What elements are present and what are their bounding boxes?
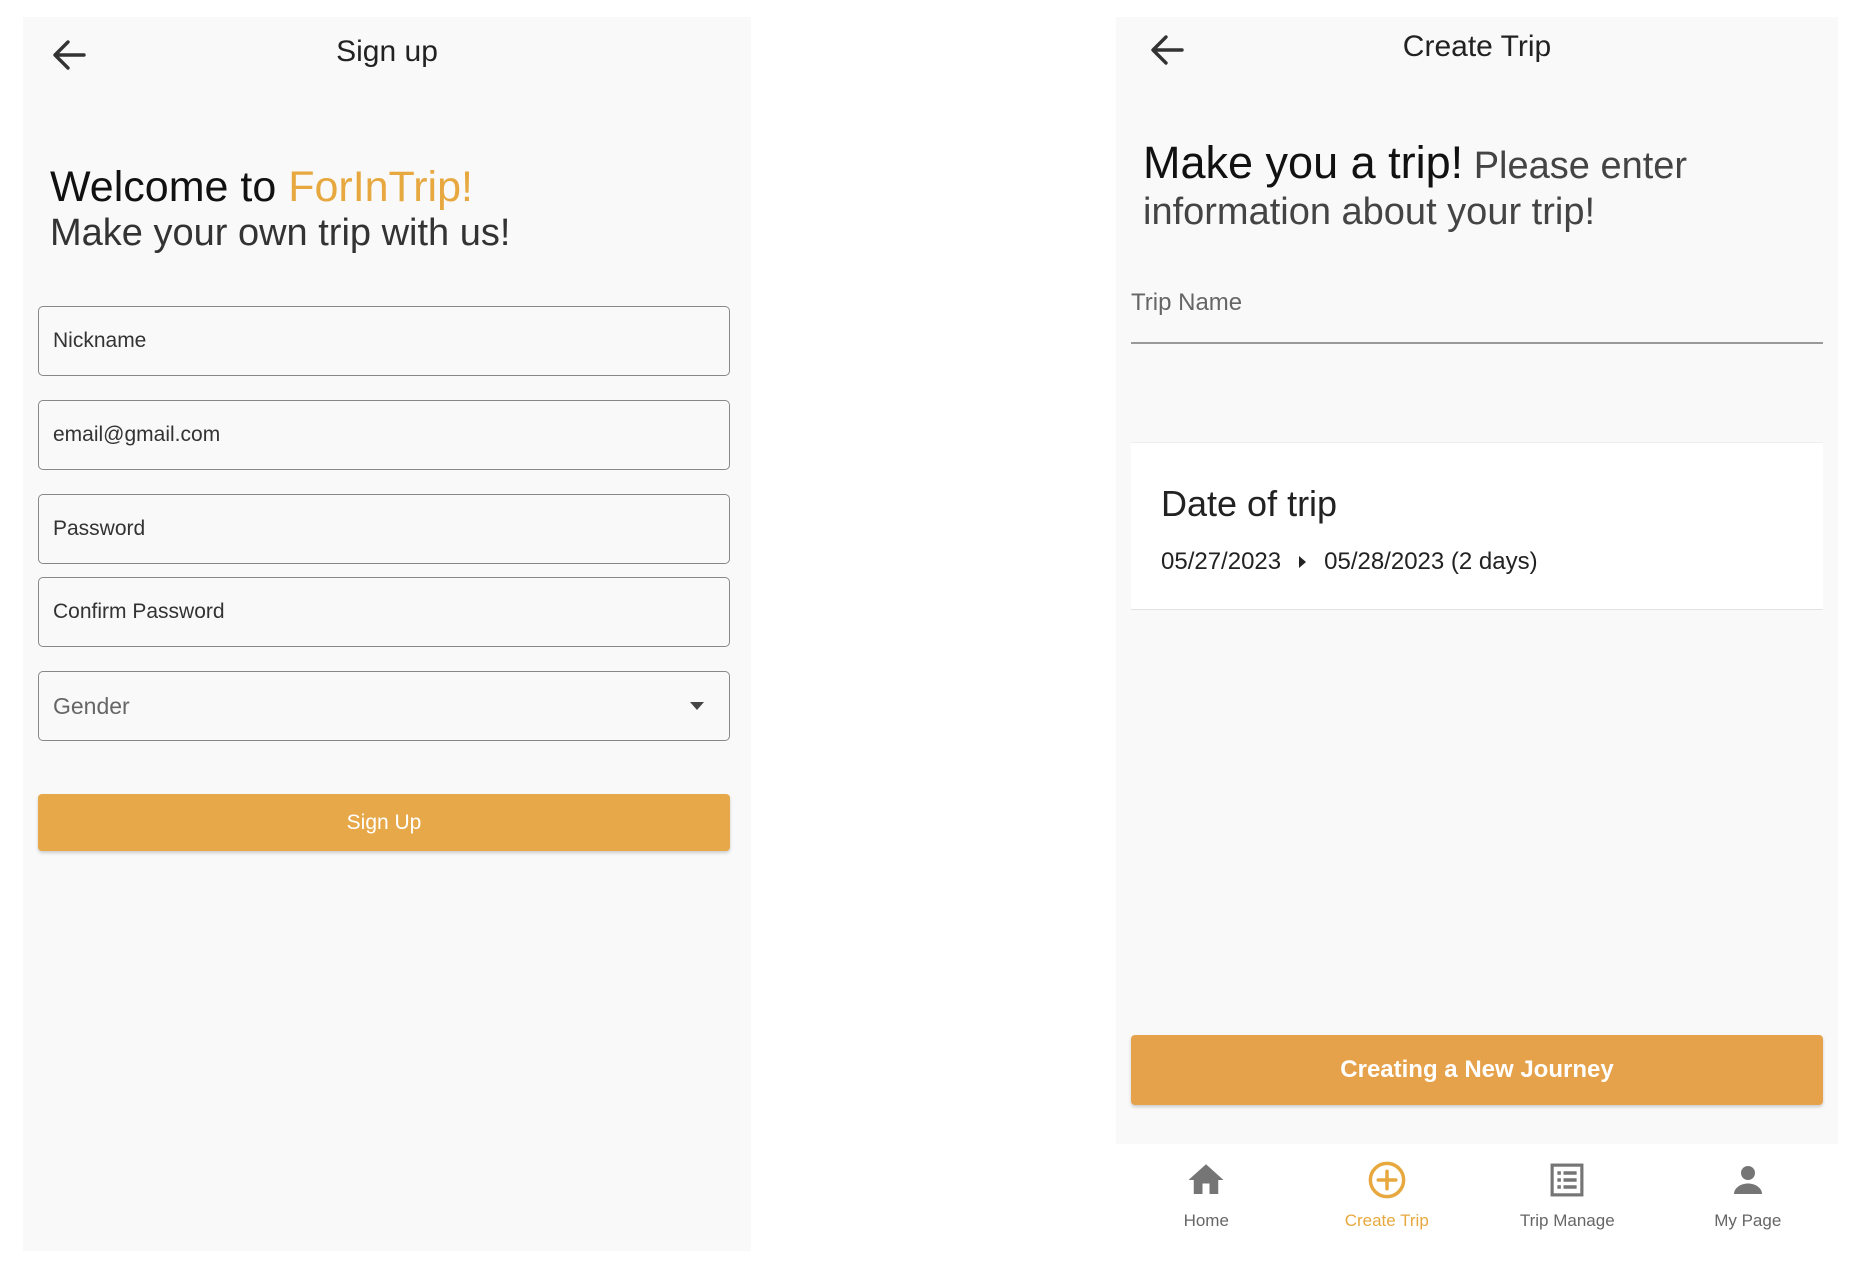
date-of-trip-card[interactable]: Date of trip 05/27/2023 05/28/2023 (2 da… [1131,442,1823,610]
signup-screen: Sign up Welcome to ForInTrip! Make your … [23,17,751,1251]
welcome-subtitle: Make your own trip with us! [50,212,511,254]
nav-item-trip-manage[interactable]: Trip Manage [1477,1144,1658,1251]
nickname-field[interactable] [38,306,730,376]
start-date: 05/27/2023 [1161,548,1282,575]
confirm-password-field[interactable] [38,577,730,647]
home-icon [1188,1164,1224,1194]
gender-placeholder: Gender [53,692,130,719]
add-circle-icon [1368,1161,1406,1199]
nav-label-my-page: My Page [1714,1211,1782,1230]
nav-label-trip-manage: Trip Manage [1519,1211,1615,1230]
signup-app-bar: Sign up [23,17,751,89]
nav-label-create-trip: Create Trip [1344,1211,1429,1230]
page-title: Sign up [336,35,438,68]
end-date: 05/28/2023 (2 days) [1324,548,1538,575]
trip-intro-text: Make you a trip! Please enter informatio… [1143,140,1783,235]
date-range: 05/27/2023 05/28/2023 (2 days) [1161,548,1538,576]
email-field[interactable] [38,400,730,470]
brand-name: ForInTrip! [288,163,473,211]
person-icon [1733,1166,1762,1194]
nav-item-create-trip[interactable]: Create Trip [1297,1144,1478,1251]
welcome-heading: Welcome to ForInTrip! [50,162,473,212]
bottom-navigation: Home Create Trip Trip Manage My Page [1116,1144,1838,1251]
trip-name-input[interactable] [1131,279,1827,345]
create-trip-screen: Create Trip Make you a trip! Please ente… [1116,17,1838,1251]
date-card-title: Date of trip [1161,483,1338,524]
page-title: Create Trip [1402,30,1552,63]
dropdown-arrow-icon [690,702,704,710]
nav-item-my-page[interactable]: My Page [1658,1144,1839,1251]
intro-heading: Make you a trip! [1143,137,1464,188]
welcome-prefix: Welcome to [50,163,289,211]
list-icon [1550,1163,1584,1197]
password-field[interactable] [38,494,730,564]
create-trip-app-bar: Create Trip [1116,17,1838,89]
gender-select[interactable]: Gender [38,671,730,741]
create-journey-button[interactable]: Creating a New Journey [1131,1035,1823,1105]
sign-up-button[interactable]: Sign Up [38,794,730,851]
nav-item-home[interactable]: Home [1116,1144,1297,1251]
arrow-right-icon [1299,556,1307,568]
nav-label-home: Home [1183,1211,1229,1230]
